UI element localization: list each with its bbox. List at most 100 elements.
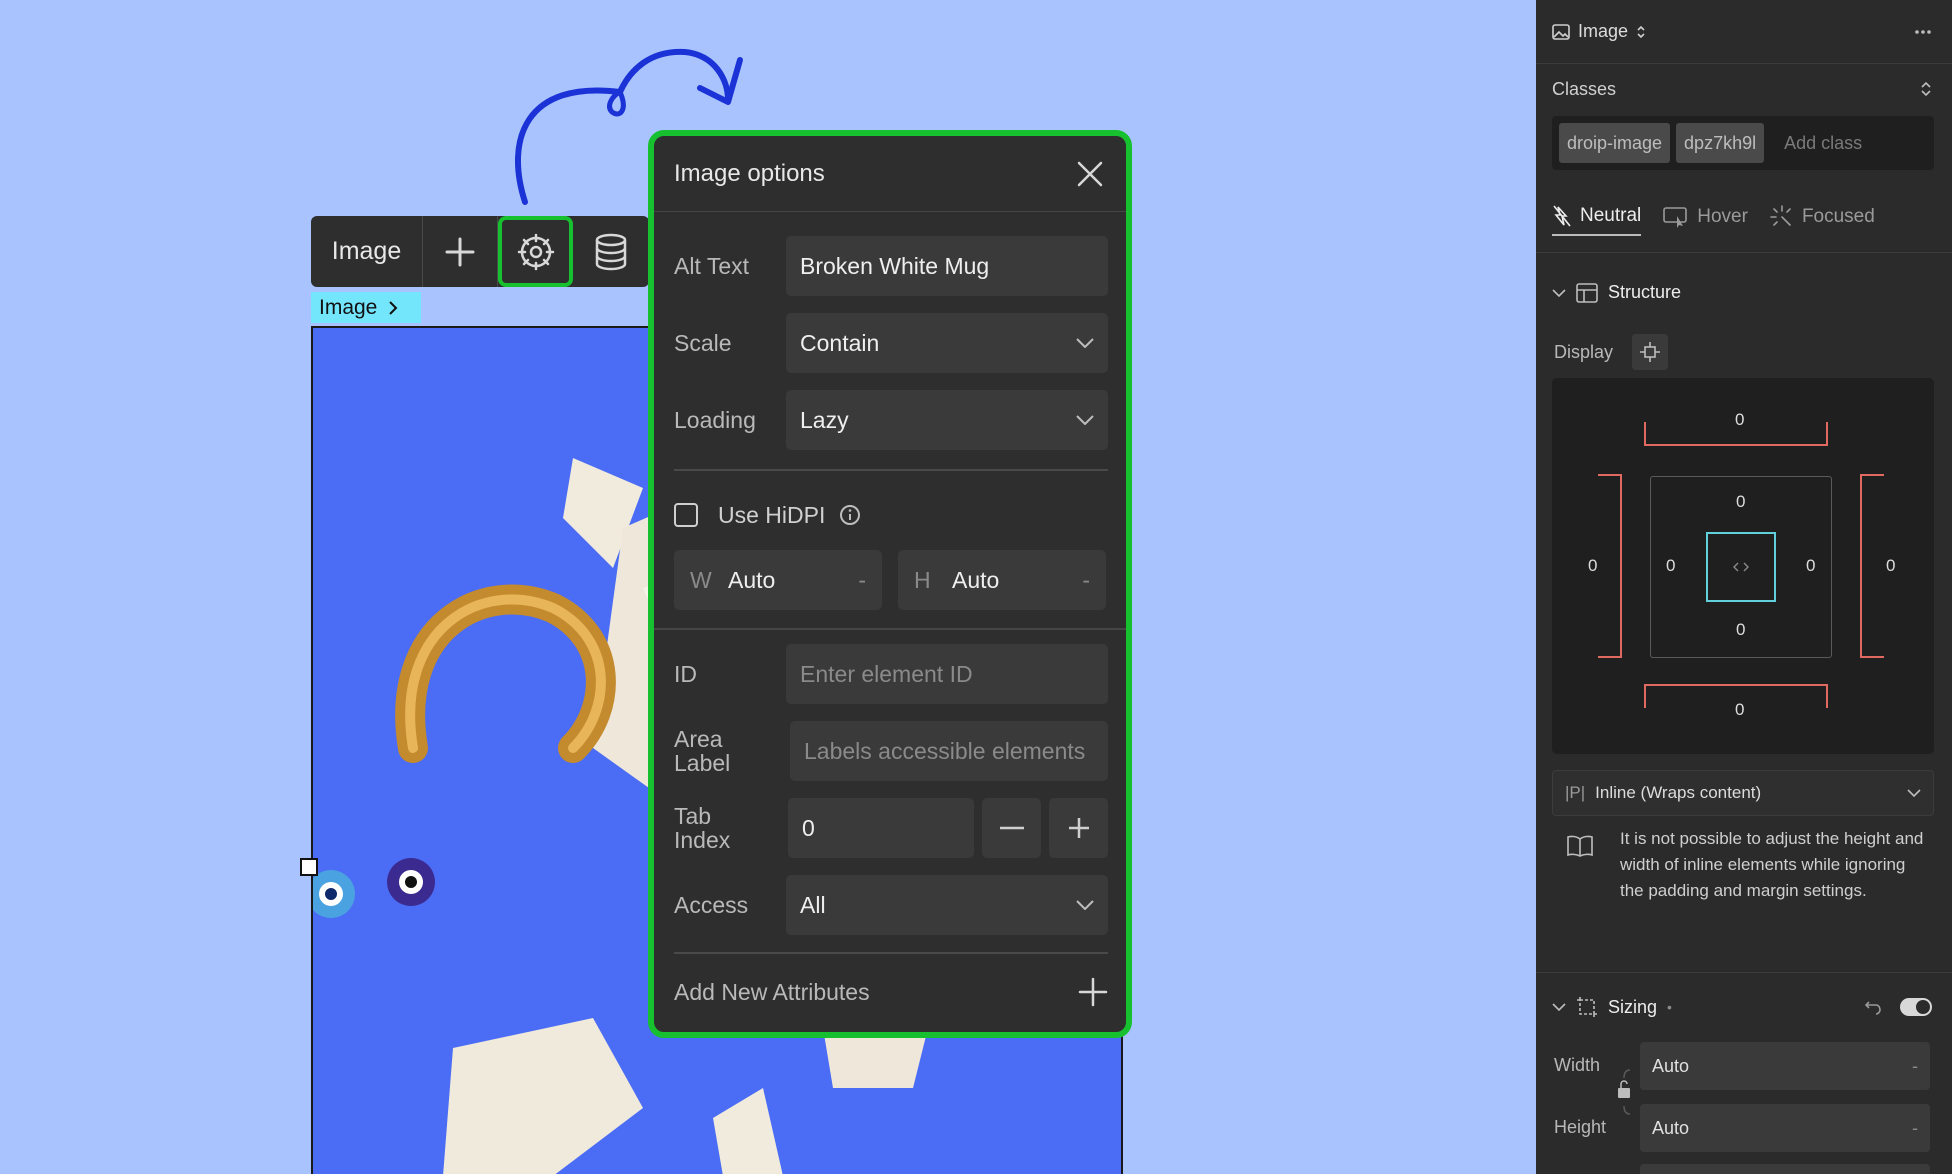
height-label: Height (1554, 1117, 1607, 1137)
area-label-label: Area Label (674, 727, 790, 775)
margin-top-bar[interactable] (1644, 422, 1828, 446)
info-icon[interactable] (839, 504, 861, 526)
structure-header[interactable]: Structure (1552, 282, 1932, 303)
lock-icon[interactable] (1616, 1068, 1634, 1116)
tab-index-row: Tab Index 0 (674, 798, 1108, 858)
breadcrumb[interactable]: Image (311, 292, 421, 323)
loading-label: Loading (674, 407, 756, 433)
hidpi-height-input[interactable]: H Auto - (898, 550, 1106, 610)
width-input[interactable]: Auto - (1640, 1042, 1930, 1090)
padding-bottom-value[interactable]: 0 (1736, 620, 1745, 640)
tab-index-input[interactable]: 0 (788, 798, 975, 858)
plus-icon (1068, 818, 1089, 838)
sizing-label: Sizing (1608, 996, 1658, 1017)
tab-index-decrement-button[interactable] (982, 798, 1042, 858)
add-attribute-plus-icon[interactable] (1078, 977, 1108, 1007)
margin-left-bar[interactable] (1598, 474, 1622, 658)
tab-hover[interactable]: Hover (1663, 198, 1748, 236)
margin-bottom-bar[interactable] (1644, 684, 1828, 708)
element-toolbar: Image (311, 216, 649, 287)
width-value: Auto (1652, 1055, 1690, 1076)
width-unit: - (1912, 1055, 1918, 1076)
width-label: Width (1554, 1055, 1601, 1075)
hidpi-checkbox[interactable] (674, 503, 698, 527)
padding-right-value[interactable]: 0 (1806, 556, 1815, 576)
crosshair-icon (1640, 342, 1660, 362)
element-type-text: Image (1578, 21, 1629, 41)
width-prefix: W (690, 566, 712, 593)
divider (674, 952, 1108, 954)
add-attributes-row[interactable]: Add New Attributes (674, 962, 1108, 1022)
hidpi-label: Use HiDPI (718, 501, 826, 528)
expand-icon[interactable] (1920, 80, 1932, 98)
classes-header: Classes (1552, 76, 1932, 102)
sizing-switch[interactable] (1900, 998, 1932, 1016)
class-chip[interactable]: dpz7kh9l (1676, 123, 1765, 163)
divider (674, 469, 1108, 471)
options-title: Image options (674, 159, 825, 187)
settings-button[interactable] (498, 216, 573, 287)
plus-icon (445, 237, 475, 266)
box-model-editor: 0 0 0 0 0 0 0 0 (1552, 378, 1934, 754)
access-select[interactable]: All (786, 875, 1108, 935)
tab-focused[interactable]: Focused (1770, 198, 1875, 236)
element-type-selector[interactable]: Image (1552, 21, 1646, 42)
inline-notice-text: It is not possible to adjust the height … (1620, 829, 1924, 900)
image-options-panel: Image options Alt Text Broken White Mug … (648, 130, 1132, 1038)
sizing-header: Sizing • (1552, 996, 1932, 1018)
link-icon[interactable] (1732, 562, 1750, 572)
height-unit: - (1082, 566, 1090, 593)
padding-top-value[interactable]: 0 (1736, 492, 1745, 512)
element-type-label: Image (311, 216, 423, 287)
width-unit: - (858, 566, 866, 593)
reset-icon[interactable] (1864, 999, 1882, 1015)
margin-right-value[interactable]: 0 (1886, 556, 1895, 576)
display-toggle-button[interactable] (1632, 334, 1668, 370)
class-chip[interactable]: droip-image (1559, 123, 1671, 163)
gear-icon (517, 233, 554, 270)
minus-icon (999, 826, 1024, 830)
display-mode-select[interactable]: |P| Inline (Wraps content) (1552, 770, 1934, 816)
inline-notice: It is not possible to adjust the height … (1566, 826, 1926, 904)
tab-index-line1: Tab (674, 803, 712, 829)
add-element-button[interactable] (423, 216, 498, 287)
sort-icon (1637, 25, 1645, 38)
divider (1536, 252, 1952, 253)
chevron-down-icon (1907, 789, 1921, 797)
height-input[interactable]: Auto - (1640, 1104, 1930, 1152)
add-class-input[interactable]: Add class (1784, 133, 1862, 154)
book-icon (1567, 835, 1593, 857)
display-mode-value: Inline (Wraps content) (1595, 783, 1762, 802)
sizing-toggle[interactable]: Sizing • (1552, 996, 1672, 1018)
neutral-icon (1553, 205, 1571, 227)
margin-left-value[interactable]: 0 (1588, 556, 1597, 576)
tab-neutral[interactable]: Neutral (1552, 198, 1642, 236)
scale-row: Scale Contain (674, 313, 1108, 373)
id-input[interactable]: Enter element ID (786, 644, 1108, 704)
close-icon[interactable] (1076, 160, 1104, 188)
margin-right-bar[interactable] (1860, 474, 1884, 658)
area-label-row: Area Label Labels accessible elements (674, 721, 1108, 781)
scale-select[interactable]: Contain (786, 313, 1108, 373)
alt-text-input[interactable]: Broken White Mug (786, 236, 1108, 296)
loading-select[interactable]: Lazy (786, 390, 1108, 450)
tab-hover-label: Hover (1697, 206, 1748, 227)
more-icon[interactable] (1914, 29, 1932, 35)
loading-row: Loading Lazy (674, 390, 1108, 450)
dimensions-row: W Auto - H Auto - (674, 550, 1108, 610)
class-list[interactable]: droip-image dpz7kh9l Add class (1552, 116, 1934, 170)
chevron-down-icon (1552, 288, 1566, 297)
properties-header: Image (1536, 0, 1952, 64)
divider (1536, 972, 1952, 973)
tab-index-increment-button[interactable] (1049, 798, 1108, 858)
database-button[interactable] (573, 216, 648, 287)
tab-focused-label: Focused (1801, 206, 1875, 227)
chevron-down-icon (1552, 1003, 1566, 1011)
hidpi-row: Use HiDPI (674, 491, 1108, 539)
padding-left-value[interactable]: 0 (1666, 556, 1675, 576)
sizing-modified-dot: • (1667, 999, 1672, 1015)
display-label: Display (1554, 342, 1614, 362)
area-label-input[interactable]: Labels accessible elements (790, 721, 1108, 781)
resize-handle[interactable] (300, 858, 318, 876)
hidpi-width-input[interactable]: W Auto - (674, 550, 882, 610)
